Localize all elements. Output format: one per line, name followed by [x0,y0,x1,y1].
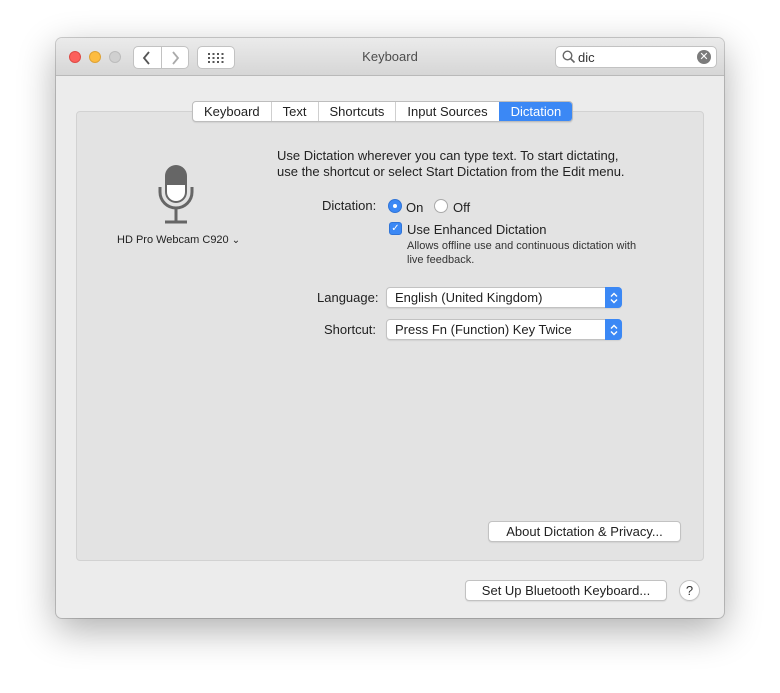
dictation-label: Dictation: [322,198,377,213]
set-up-bluetooth-keyboard-button[interactable]: Set Up Bluetooth Keyboard... [465,580,667,601]
dictation-on-radio[interactable] [388,199,402,213]
popup-arrows-icon [605,319,622,340]
tab-bar: Keyboard Text Shortcuts Input Sources Di… [192,101,574,122]
popup-arrows-icon [605,287,622,308]
about-dictation-privacy-button[interactable]: About Dictation & Privacy... [488,521,681,542]
dictation-off-label[interactable]: Off [453,200,470,215]
language-value: English (United Kingdom) [395,290,543,305]
keyboard-preferences-window: Keyboard ✕ Keyboard Text Shortcuts Input… [56,38,724,618]
dictation-off-radio[interactable] [434,199,448,213]
tab-keyboard[interactable]: Keyboard [193,102,271,121]
note-line-1: Allows offline use and continuous dictat… [407,240,637,252]
language-popup[interactable]: English (United Kingdom) [386,287,622,308]
title-bar: Keyboard ✕ [56,38,724,76]
microphone-device-name: HD Pro Webcam C920 [117,234,229,246]
enhanced-dictation-checkbox[interactable]: ✓ [389,222,402,235]
shortcut-label: Shortcut: [324,322,377,337]
microphone-icon [158,165,194,224]
note-line-2: live feedback. [407,254,475,266]
tab-input-sources[interactable]: Input Sources [395,102,498,121]
tab-shortcuts[interactable]: Shortcuts [317,102,396,121]
tab-text[interactable]: Text [270,102,318,121]
clear-search-icon[interactable]: ✕ [697,50,711,64]
shortcut-popup[interactable]: Press Fn (Function) Key Twice [386,319,622,340]
description-line-2: use the shortcut or select Start Dictati… [277,164,625,179]
search-input[interactable] [578,48,696,66]
search-field[interactable]: ✕ [555,46,717,68]
description-line-1: Use Dictation wherever you can type text… [277,148,619,163]
microphone-source-menu[interactable]: HD Pro Webcam C920 ⌄ [117,234,240,246]
language-label: Language: [317,290,379,305]
dictation-on-label[interactable]: On [406,200,423,215]
enhanced-dictation-note: Allows offline use and continuous dictat… [407,239,636,267]
chevron-down-icon: ⌄ [231,235,241,246]
search-icon [562,50,576,64]
help-button[interactable]: ? [679,580,700,601]
dictation-description: Use Dictation wherever you can type text… [277,148,625,180]
shortcut-value: Press Fn (Function) Key Twice [395,322,572,337]
enhanced-dictation-label[interactable]: Use Enhanced Dictation [407,222,546,237]
tab-dictation[interactable]: Dictation [498,102,573,121]
